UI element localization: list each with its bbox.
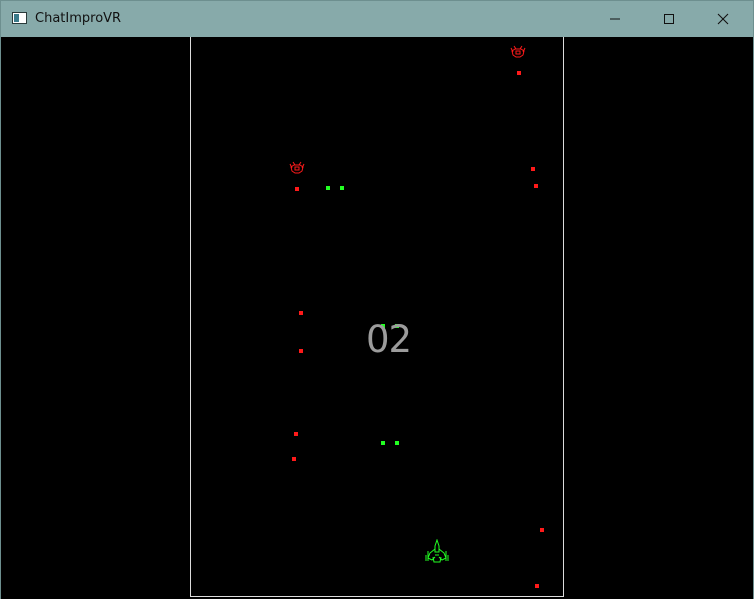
player-bullet	[326, 186, 330, 190]
enemy-bullet	[299, 349, 303, 353]
title-bar[interactable]: ChatImproVR	[1, 1, 753, 37]
enemy-bullet	[299, 311, 303, 315]
player-bullet	[381, 441, 385, 445]
enemy-bullet	[292, 457, 296, 461]
minimize-icon	[610, 18, 620, 20]
player-ship	[425, 539, 449, 563]
enemy-ship	[510, 45, 526, 58]
close-icon	[717, 13, 729, 25]
enemy-bullet	[294, 432, 298, 436]
enemy-bullet	[517, 71, 521, 75]
enemy-ship	[289, 161, 305, 174]
player-bullet	[340, 186, 344, 190]
game-viewport[interactable]: 02	[1, 37, 753, 599]
score-counter: 02	[366, 318, 412, 361]
window-title: ChatImproVR	[35, 11, 122, 26]
player-bullet	[395, 441, 399, 445]
enemy-bullet	[534, 184, 538, 188]
app-window-icon	[12, 12, 27, 24]
maximize-button[interactable]	[646, 1, 692, 37]
enemy-bullet	[540, 528, 544, 532]
enemy-bullet	[295, 187, 299, 191]
maximize-icon	[664, 14, 674, 24]
minimize-button[interactable]	[592, 1, 638, 37]
enemy-bullet	[535, 584, 539, 588]
close-button[interactable]	[700, 1, 746, 37]
enemy-bullet	[531, 167, 535, 171]
app-window: ChatImproVR 02	[0, 0, 754, 599]
playfield-border	[190, 37, 564, 597]
